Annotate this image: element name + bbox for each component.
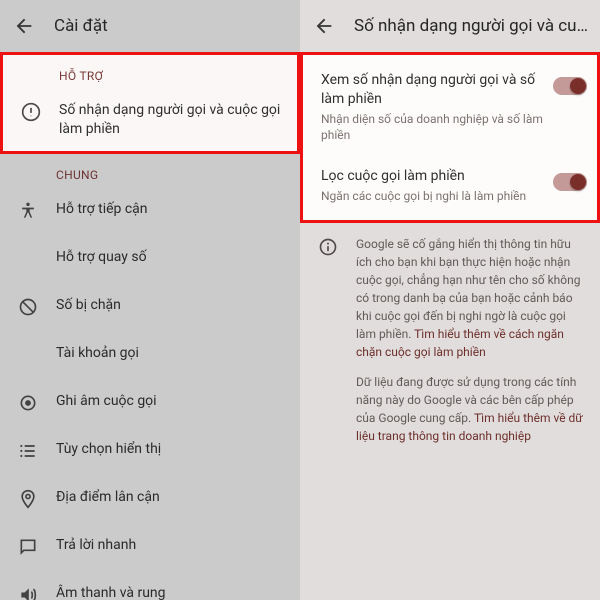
item-label: Số bị chặn: [56, 296, 284, 315]
item-label: Địa điểm lân cận: [56, 488, 284, 507]
toggle-subtitle: Nhận diện số của doanh nghiệp và số làm …: [321, 111, 547, 143]
item-blocked-numbers[interactable]: Số bị chặn: [0, 284, 300, 332]
item-label: Hỗ trợ tiếp cận: [56, 200, 284, 219]
record-icon: [14, 392, 42, 413]
alert-circle-icon: [17, 101, 45, 122]
item-dial-assist[interactable]: Hỗ trợ quay số: [0, 236, 300, 284]
item-label: Tùy chọn hiển thị: [56, 440, 284, 459]
page-title: Số nhận dạng người gọi và cuộ...: [354, 16, 588, 36]
section-support-label: HỖ TRỢ: [3, 55, 297, 89]
toggle-subtitle: Ngăn các cuộc gọi bị nghi là làm phiền: [321, 188, 547, 204]
item-accessibility[interactable]: Hỗ trợ tiếp cận: [0, 188, 300, 236]
info-block: Google sẽ cố gắng hiển thị thông tin hữu…: [300, 223, 600, 367]
settings-panel: Cài đặt HỖ TRỢ Số nhận dạng người gọi và…: [0, 0, 300, 600]
toggle-title: Lọc cuộc gọi làm phiền: [321, 167, 547, 186]
appbar-right: Số nhận dạng người gọi và cuộ...: [300, 0, 600, 52]
item-call-recording[interactable]: Ghi âm cuộc gọi: [0, 380, 300, 428]
item-nearby-places[interactable]: Địa điểm lân cận: [0, 476, 300, 524]
item-label: Âm thanh và rung: [56, 584, 284, 600]
appbar-left: Cài đặt: [0, 0, 300, 52]
arrow-left-icon: [13, 15, 35, 37]
list-icon: [14, 440, 42, 461]
back-button[interactable]: [12, 14, 36, 38]
toggle-title: Xem số nhận dạng người gọi và số làm phi…: [321, 71, 547, 109]
toggle-filter-spam[interactable]: Lọc cuộc gọi làm phiền Ngăn các cuộc gọi…: [303, 155, 597, 216]
arrow-left-icon: [313, 15, 335, 37]
item-caller-id-spam[interactable]: Số nhận dạng người gọi và cuộc gọi làm p…: [3, 89, 297, 151]
accessibility-icon: [14, 200, 42, 221]
item-label: Số nhận dạng người gọi và cuộc gọi làm p…: [59, 101, 281, 139]
highlight-support: HỖ TRỢ Số nhận dạng người gọi và cuộc gọ…: [0, 52, 300, 154]
highlight-toggles: Xem số nhận dạng người gọi và số làm phi…: [300, 52, 600, 223]
back-button[interactable]: [312, 14, 336, 38]
switch-on[interactable]: [553, 77, 587, 95]
item-sound-vibration[interactable]: Âm thanh và rung: [0, 572, 300, 600]
info-paragraph-2: Dữ liệu đang được sử dụng trong các tính…: [300, 367, 600, 451]
item-display-options[interactable]: Tùy chọn hiển thị: [0, 428, 300, 476]
page-title: Cài đặt: [54, 16, 108, 36]
caller-id-panel: Số nhận dạng người gọi và cuộ... Xem số …: [300, 0, 600, 600]
item-call-accounts[interactable]: Tài khoản gọi: [0, 332, 300, 380]
info-icon: [314, 235, 342, 361]
toggle-see-caller-id[interactable]: Xem số nhận dạng người gọi và số làm phi…: [303, 59, 597, 155]
item-label: Ghi âm cuộc gọi: [56, 392, 284, 411]
section-general-label: CHUNG: [0, 154, 300, 188]
item-label: Hỗ trợ quay số: [56, 248, 284, 267]
switch-on[interactable]: [553, 173, 587, 191]
item-label: Trả lời nhanh: [56, 536, 284, 555]
chat-icon: [14, 536, 42, 557]
volume-icon: [14, 584, 42, 600]
info-paragraph-1: Google sẽ cố gắng hiển thị thông tin hữu…: [342, 235, 586, 361]
location-icon: [14, 488, 42, 509]
item-label: Tài khoản gọi: [56, 344, 284, 363]
block-icon: [14, 296, 42, 317]
item-quick-reply[interactable]: Trả lời nhanh: [0, 524, 300, 572]
